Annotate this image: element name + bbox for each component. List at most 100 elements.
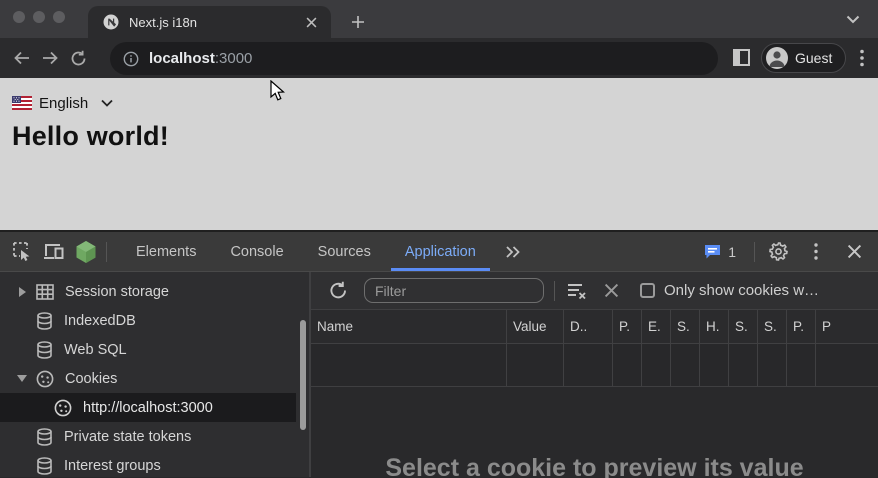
tab-title: Next.js i18n (129, 15, 303, 30)
back-icon[interactable] (8, 44, 36, 72)
address-bar[interactable]: localhost:3000 (110, 42, 718, 75)
sidebar-item-indexeddb[interactable]: IndexedDB (0, 306, 309, 335)
only-show-issues-checkbox[interactable] (640, 283, 655, 298)
sidebar-item-cookies[interactable]: Cookies (0, 364, 309, 393)
guest-avatar-icon (766, 47, 788, 69)
cookies-table: Name Value D.. P. E. S. H. S. S. P. P (311, 310, 878, 387)
cookies-pane: Only show cookies w… Name Value D.. P. E… (309, 272, 878, 477)
cookie-preview-area: Select a cookie to preview its value (311, 387, 878, 477)
column-header-secure[interactable]: S. (729, 310, 758, 344)
column-header-name[interactable]: Name (311, 310, 507, 344)
sidebar-item-label: Session storage (65, 284, 169, 300)
delete-selected-icon[interactable] (598, 278, 624, 304)
settings-gear-icon[interactable] (762, 238, 794, 266)
url-text: localhost:3000 (149, 50, 252, 67)
sidebar-item-label: Cookies (65, 371, 117, 387)
us-flag-icon (12, 96, 32, 110)
browser-menu-kebab-icon[interactable] (854, 46, 870, 70)
sidebar-item-label: Web SQL (64, 342, 127, 358)
column-header-domain[interactable]: D.. (564, 310, 613, 344)
database-icon (36, 457, 53, 475)
web-page-content: English Hello world! (0, 78, 878, 230)
sidebar-item-interest-groups[interactable]: Interest groups (0, 451, 309, 477)
devtools-menu-kebab-icon[interactable] (800, 238, 832, 266)
zoom-window-button[interactable] (53, 11, 65, 23)
collapsed-arrow-icon[interactable] (16, 287, 28, 297)
application-panel: Session storage IndexedDB Web SQL Cook (0, 272, 878, 477)
empty-state-message: Select a cookie to preview its value (311, 454, 878, 478)
application-sidebar: Session storage IndexedDB Web SQL Cook (0, 272, 309, 477)
sidebar-item-session-storage[interactable]: Session storage (0, 277, 309, 306)
column-header-samesite[interactable]: S. (758, 310, 787, 344)
tab-application[interactable]: Application (388, 232, 493, 271)
tab-close-icon[interactable] (303, 14, 319, 30)
cookies-table-empty-row[interactable] (311, 344, 878, 387)
language-chevron-down-icon (101, 99, 113, 107)
sidebar-scrollbar[interactable] (300, 320, 306, 430)
cookie-icon (54, 399, 72, 417)
column-header-size[interactable]: S. (671, 310, 700, 344)
toggle-device-toolbar-icon[interactable] (38, 238, 70, 266)
toolbar-divider (754, 242, 755, 262)
sidebar-item-localhost-cookies[interactable]: http://localhost:3000 (0, 393, 296, 422)
tab-console[interactable]: Console (213, 232, 300, 271)
devtools-panel: Elements Console Sources Application 1 (0, 230, 878, 478)
clear-all-icon[interactable] (564, 278, 590, 304)
filter-input[interactable] (364, 278, 544, 303)
column-header-priority[interactable]: P (816, 310, 878, 344)
devtools-close-icon[interactable] (838, 238, 870, 266)
devtools-toolbar: Elements Console Sources Application 1 (0, 232, 878, 272)
sidebar-item-private-state-tokens[interactable]: Private state tokens (0, 422, 309, 451)
expanded-arrow-icon[interactable] (16, 375, 28, 382)
column-header-httponly[interactable]: H. (700, 310, 729, 344)
devtools-tab-bar: Elements Console Sources Application (119, 232, 533, 271)
database-icon (36, 341, 53, 359)
table-icon (36, 284, 54, 300)
side-panel-icon[interactable] (733, 49, 750, 71)
browser-toolbar: localhost:3000 Guest (0, 38, 878, 78)
page-title: Hello world! (12, 121, 878, 152)
close-window-button[interactable] (13, 11, 25, 23)
tab-search-chevron-icon[interactable] (846, 11, 860, 29)
sidebar-item-web-sql[interactable]: Web SQL (0, 335, 309, 364)
minimize-window-button[interactable] (33, 11, 45, 23)
cookie-icon (36, 370, 54, 388)
cookies-toolbar: Only show cookies w… (311, 272, 878, 310)
macos-traffic-lights[interactable] (13, 11, 65, 23)
tab-elements[interactable]: Elements (119, 232, 213, 271)
issues-counter[interactable]: 1 (704, 244, 736, 260)
cookies-table-header: Name Value D.. P. E. S. H. S. S. P. P (311, 310, 878, 344)
column-header-path[interactable]: P. (613, 310, 642, 344)
url-host: localhost (149, 50, 215, 67)
toolbar-divider (106, 242, 107, 262)
profile-label: Guest (795, 50, 832, 66)
tab-sources[interactable]: Sources (301, 232, 388, 271)
issues-bubble-icon (704, 244, 721, 260)
sidebar-item-label: IndexedDB (64, 313, 136, 329)
issues-count: 1 (728, 244, 736, 260)
site-info-icon[interactable] (123, 51, 139, 67)
nextjs-favicon-icon (103, 14, 119, 30)
profile-button[interactable]: Guest (761, 43, 846, 73)
language-label: English (39, 95, 88, 112)
reload-icon[interactable] (64, 44, 92, 72)
forward-icon[interactable] (36, 44, 64, 72)
url-port: :3000 (215, 50, 253, 67)
column-header-partitionkey[interactable]: P. (787, 310, 816, 344)
new-tab-button[interactable] (345, 9, 371, 35)
database-icon (36, 428, 53, 446)
node-devtools-icon[interactable] (70, 238, 102, 266)
column-header-expires[interactable]: E. (642, 310, 671, 344)
browser-tab-strip: Next.js i18n (0, 0, 878, 38)
refresh-icon[interactable] (325, 278, 351, 304)
sidebar-item-label: Interest groups (64, 458, 161, 474)
language-selector[interactable]: English (12, 92, 878, 114)
column-header-value[interactable]: Value (507, 310, 564, 344)
toolbar-divider (554, 281, 555, 301)
devtools-toolbar-right: 1 (704, 238, 878, 266)
more-tabs-chevron-icon[interactable] (493, 232, 533, 271)
sidebar-item-label: Private state tokens (64, 429, 191, 445)
sidebar-item-label: http://localhost:3000 (83, 400, 213, 416)
inspect-element-icon[interactable] (6, 238, 38, 266)
browser-tab[interactable]: Next.js i18n (88, 6, 331, 38)
